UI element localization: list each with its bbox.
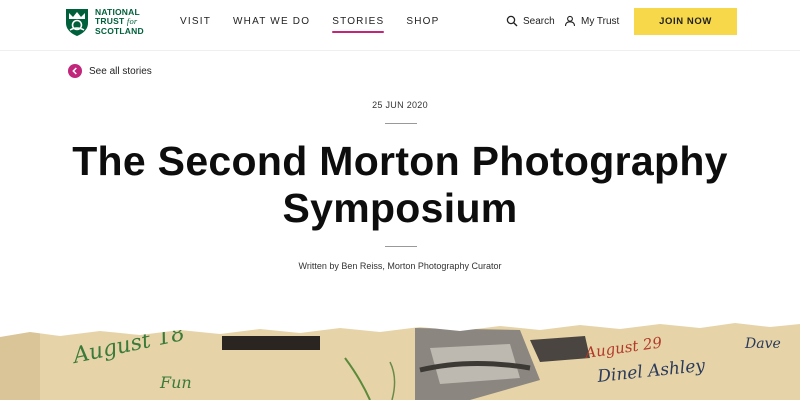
logo-line-2-main: TRUST — [95, 16, 125, 27]
torn-paper-edge — [0, 318, 800, 337]
see-all-stories-link[interactable]: See all stories — [68, 64, 152, 78]
nav-item-what-we-do[interactable]: WHAT WE DO — [233, 16, 310, 27]
nav-item-stories[interactable]: STORIES — [332, 16, 385, 33]
nav-item-visit[interactable]: VISIT — [180, 16, 211, 27]
see-all-stories-label: See all stories — [89, 65, 152, 77]
my-trust-label: My Trust — [581, 15, 620, 27]
my-trust-button[interactable]: My Trust — [564, 15, 619, 27]
logo-emblem-icon — [66, 9, 88, 36]
search-icon — [506, 15, 518, 27]
article-date: 25 JUN 2020 — [372, 100, 428, 110]
back-circle — [68, 64, 82, 78]
join-now-button[interactable]: JOIN NOW — [634, 8, 737, 35]
hero-handwriting-2: Fun — [159, 373, 192, 392]
search-button[interactable]: Search — [506, 15, 555, 27]
chevron-left-icon — [72, 67, 77, 75]
logo-line-2-for: for — [126, 16, 138, 27]
search-label: Search — [523, 15, 555, 27]
site-header: NATIONAL TRUST for SCOTLAND VISIT WHAT W… — [0, 0, 800, 51]
site-logo[interactable]: NATIONAL TRUST for SCOTLAND — [64, 7, 144, 37]
article-title: The Second Morton Photography Symposium — [72, 138, 728, 231]
article-byline: Written by Ben Reiss, Morton Photography… — [298, 261, 502, 271]
user-icon — [564, 15, 576, 27]
logo-wordmark: NATIONAL TRUST for SCOTLAND — [95, 7, 144, 37]
nav-item-shop[interactable]: SHOP — [406, 16, 439, 27]
divider-bottom — [385, 246, 417, 247]
main-nav: VISIT WHAT WE DO STORIES SHOP — [180, 16, 461, 33]
divider-top — [385, 123, 417, 124]
logo-line-3: SCOTLAND — [95, 25, 144, 36]
